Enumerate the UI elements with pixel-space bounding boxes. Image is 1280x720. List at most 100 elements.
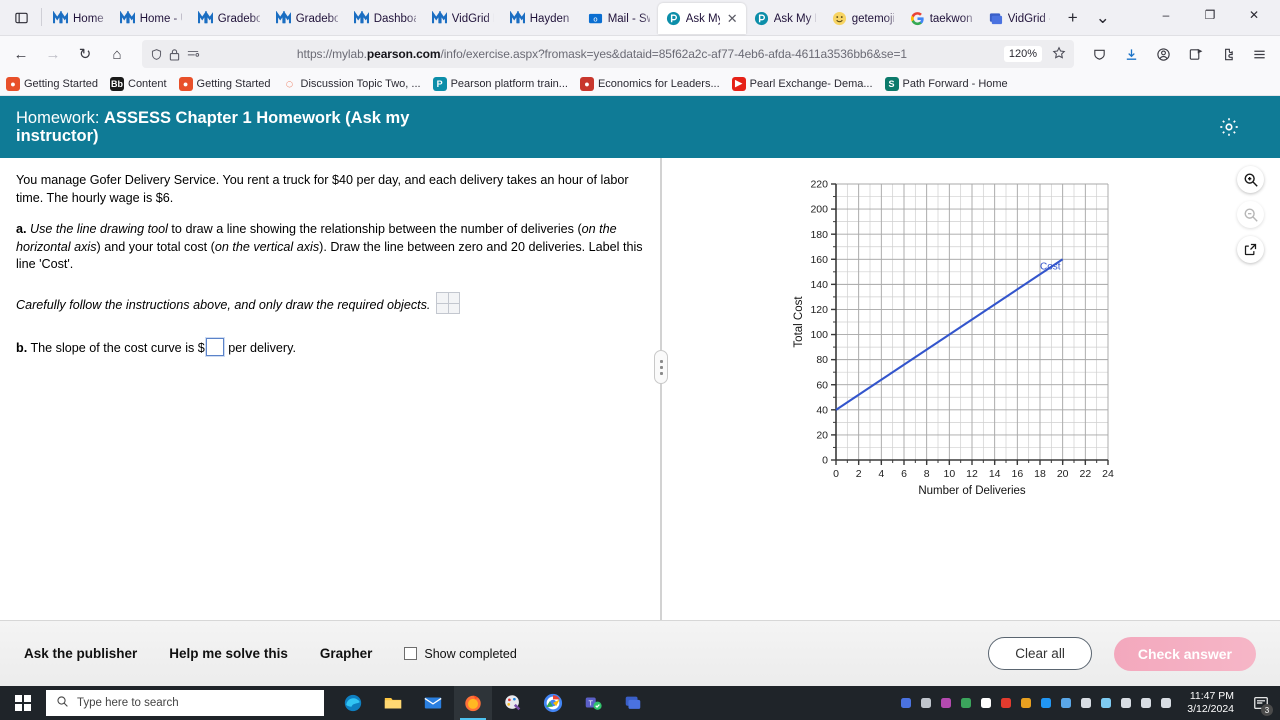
maximize-button[interactable]: ❐: [1188, 0, 1232, 31]
part-a-em-2: on the vertical axis: [214, 239, 320, 254]
taskbar-search-input[interactable]: Type here to search: [46, 690, 324, 716]
reload-button[interactable]: ↻: [70, 40, 100, 68]
zoom-level-badge[interactable]: 120%: [1003, 46, 1042, 62]
windows-start-icon[interactable]: [0, 686, 46, 720]
clear-all-button[interactable]: Clear all: [988, 637, 1092, 670]
menu-icon[interactable]: [1244, 40, 1274, 68]
paint-icon[interactable]: [494, 686, 532, 720]
extension-badge-icon[interactable]: [1180, 40, 1210, 68]
account-icon[interactable]: [1148, 40, 1178, 68]
bookmark-item-1[interactable]: Bb Content: [110, 76, 167, 91]
y-axis-label: Total Cost: [793, 296, 805, 348]
battery-icon[interactable]: [1118, 696, 1133, 711]
bookmark-item-4[interactable]: P Pearson platform train...: [432, 76, 568, 91]
scissors-icon[interactable]: [938, 696, 953, 711]
address-bar[interactable]: https://mylab.pearson.com/info/exercise.…: [142, 40, 1074, 68]
bookmark-item-2[interactable]: ● Getting Started: [178, 76, 271, 91]
chrome-icon[interactable]: [534, 686, 572, 720]
y-tick-label: 120: [810, 304, 828, 316]
browser-tab-1[interactable]: Home - U: [112, 3, 190, 34]
mcgraw-icon: [509, 10, 525, 26]
window-controls: – ❐ ✕: [1144, 0, 1276, 35]
sharepoint-icon: S: [884, 76, 899, 91]
browser-tab-3[interactable]: Gradeboo: [268, 3, 346, 34]
vidgrid-tray-icon[interactable]: [898, 696, 913, 711]
browser-tab-4[interactable]: Dashboar: [346, 3, 424, 34]
minimize-button[interactable]: –: [1144, 0, 1188, 31]
network-install-icon[interactable]: [1058, 696, 1073, 711]
url-text[interactable]: https://mylab.pearson.com/info/exercise.…: [206, 47, 998, 61]
x-tick-label: 10: [943, 468, 955, 480]
y-tick-label: 160: [810, 254, 828, 266]
browser-tab-5[interactable]: VidGrid P: [424, 3, 502, 34]
file-explorer-icon[interactable]: [374, 686, 412, 720]
browser-tab-12[interactable]: VidGrid -: [980, 3, 1058, 34]
check-answer-button[interactable]: Check answer: [1113, 636, 1256, 671]
browser-tab-2[interactable]: Gradeboo: [190, 3, 268, 34]
tab-list-icon[interactable]: [4, 2, 38, 32]
zoom-in-icon[interactable]: [1237, 166, 1264, 193]
show-completed-checkbox[interactable]: [404, 647, 418, 660]
new-tab-button[interactable]: +: [1058, 3, 1088, 33]
close-button[interactable]: ✕: [1232, 0, 1276, 31]
back-button[interactable]: ←: [6, 40, 36, 68]
shield-icon[interactable]: [1084, 40, 1114, 68]
bookmark-item-3[interactable]: ◌ Discussion Topic Two, ...: [283, 76, 421, 91]
browser-tab-7[interactable]: o Mail - Sw: [580, 3, 658, 34]
browser-tab-11[interactable]: taekwond: [902, 3, 980, 34]
graph-pane: 0 2 4 6 8 10 12 14 16 18 20 22 24 0 20 40 60 80 100 120 140 1…: [660, 158, 1280, 620]
tab-close-icon[interactable]: ✕: [727, 12, 738, 25]
chrome-update-icon[interactable]: [978, 696, 993, 711]
browser-tab-10[interactable]: getemoji: [824, 3, 902, 34]
security-icon[interactable]: [998, 696, 1013, 711]
shield-icon[interactable]: [150, 48, 163, 61]
cost-line-label[interactable]: Cost: [1040, 261, 1061, 272]
microphone-icon[interactable]: [1078, 696, 1093, 711]
browser-tab-8[interactable]: Ask My ✕: [657, 3, 746, 34]
bluetooth-icon[interactable]: [1038, 696, 1053, 711]
grid-drawing-tool-icon[interactable]: [436, 291, 461, 314]
volume-icon[interactable]: [1158, 696, 1173, 711]
taskbar-clock[interactable]: 11:47 PM 3/12/2024: [1187, 690, 1234, 716]
google-icon: [910, 11, 925, 26]
bookmark-item-5[interactable]: ● Economics for Leaders...: [579, 76, 720, 91]
action-center-icon[interactable]: 3: [1248, 686, 1274, 720]
browser-tab-6[interactable]: Hayden B: [502, 3, 580, 34]
taskbar-apps: T: [334, 686, 652, 720]
onedrive-icon[interactable]: [1098, 696, 1113, 711]
tab-list-menu-button[interactable]: ⌄: [1088, 3, 1118, 33]
show-completed-toggle[interactable]: Show completed: [404, 647, 517, 661]
bottom-link-help-me-solve-this[interactable]: Help me solve this: [169, 646, 288, 661]
edge-icon[interactable]: [334, 686, 372, 720]
bookmark-item-6[interactable]: ▶ Pearl Exchange- Dema...: [731, 76, 873, 91]
extensions-icon[interactable]: [1212, 40, 1242, 68]
bookmark-item-0[interactable]: ● Getting Started: [6, 76, 98, 91]
gear-icon[interactable]: [1216, 114, 1242, 140]
browser-tab-9[interactable]: Ask My In: [746, 3, 824, 34]
bottom-link-grapher[interactable]: Grapher: [320, 646, 373, 661]
part-b-label: b.: [16, 341, 28, 355]
home-button[interactable]: ⌂: [102, 40, 132, 68]
lock-icon[interactable]: [169, 48, 180, 61]
printer-icon[interactable]: [918, 696, 933, 711]
wifi-icon[interactable]: [1138, 696, 1153, 711]
slope-answer-input[interactable]: [205, 338, 224, 356]
downloads-icon[interactable]: [1116, 40, 1146, 68]
bottom-link-ask-the-publisher[interactable]: Ask the publisher: [24, 646, 137, 661]
mcgraw-icon: [197, 10, 213, 26]
mail-icon[interactable]: [414, 686, 452, 720]
warning-shield-icon[interactable]: [1018, 696, 1033, 711]
expand-icon[interactable]: [1237, 236, 1264, 263]
bookmark-star-icon[interactable]: [1052, 46, 1066, 63]
bookmark-item-7[interactable]: S Path Forward - Home: [884, 76, 1008, 91]
firefox-icon[interactable]: [454, 686, 492, 720]
shield-icon[interactable]: [958, 696, 973, 711]
cost-chart[interactable]: 0 2 4 6 8 10 12 14 16 18 20 22 24 0 20 40 60 80 100 120 140 1…: [790, 172, 1120, 502]
blackboard-icon: Bb: [110, 76, 124, 91]
teams-icon[interactable]: T: [574, 686, 612, 720]
reader-mode-icon[interactable]: [186, 48, 200, 60]
vidgrid-icon[interactable]: [614, 686, 652, 720]
browser-tab-0[interactable]: Home: [45, 3, 112, 34]
graph-tools: [1237, 166, 1264, 263]
caution-text: Carefully follow the instructions above,…: [16, 297, 431, 312]
